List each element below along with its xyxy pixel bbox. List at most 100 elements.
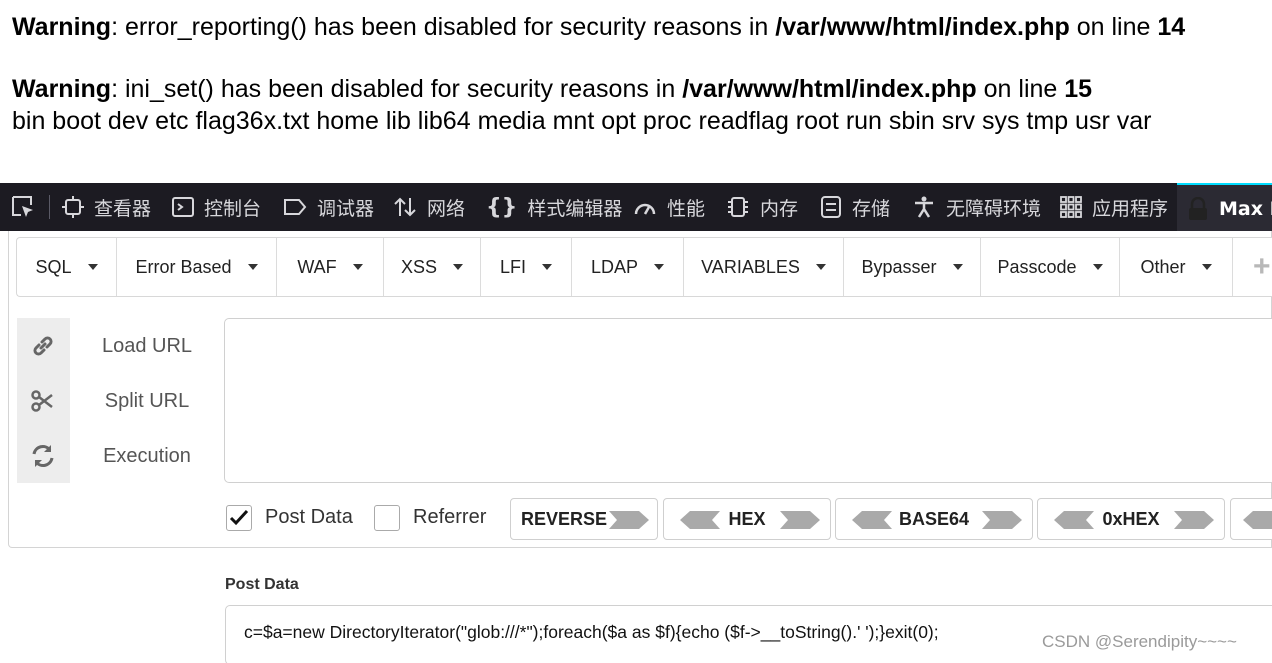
hex-button[interactable]: HEX [663, 498, 831, 540]
menu-label: LFI [499, 256, 526, 277]
tab-style-editor[interactable]: {} 样式编辑器 [486, 183, 622, 231]
tab-accessibility[interactable]: 无障碍环境 [912, 183, 1041, 231]
base64-button[interactable]: BASE64 [835, 498, 1033, 540]
tab-network[interactable]: 网络 [393, 183, 465, 231]
tab-label: 存储 [852, 197, 891, 220]
tab-label: 应用程序 [1092, 197, 1169, 220]
menu-lfi[interactable]: LFI [481, 238, 572, 296]
post-data-title: Post Data [225, 576, 299, 593]
application-icon [1060, 196, 1082, 218]
tab-label: 无障碍环境 [946, 197, 1042, 220]
referrer-checkbox[interactable] [374, 505, 400, 531]
menu-sql[interactable]: SQL [17, 238, 117, 296]
tab-performance[interactable]: 性能 [633, 183, 705, 231]
caret-down-icon [352, 264, 363, 270]
toolbar-separator [49, 195, 50, 219]
warning-label: Warning [12, 13, 112, 41]
tab-memory[interactable]: 内存 [726, 183, 798, 231]
memory-icon [728, 197, 748, 217]
load-url-button[interactable]: Load URL [80, 335, 214, 358]
scissors-icon[interactable] [30, 388, 56, 414]
post-data-label: Post Data [265, 506, 353, 528]
devtools-toolbar: 查看器 控制台 调试器 网络 {} 样式编辑器 性能 内存 存储 无障碍环境 应… [0, 183, 1272, 231]
tab-inspector[interactable]: 查看器 [62, 183, 151, 231]
menu-label: VARIABLES [701, 256, 800, 277]
inspector-icon [62, 196, 84, 218]
link-icon[interactable] [30, 333, 56, 359]
next-encoder-button[interactable] [1230, 498, 1272, 540]
warning-line-number: 14 [1157, 13, 1186, 41]
add-menu-button[interactable]: + [1253, 238, 1271, 296]
performance-icon [634, 203, 656, 215]
caret-down-icon [1092, 264, 1103, 270]
url-textarea[interactable] [224, 318, 1272, 483]
menu-label: WAF [297, 256, 337, 277]
warning-line-number: 15 [1064, 75, 1093, 103]
caret-down-icon [1201, 264, 1212, 270]
warning-on-line: on line [1069, 13, 1158, 41]
menu-variables[interactable]: VARIABLES [684, 238, 844, 296]
tab-label: 调试器 [317, 197, 375, 220]
arrow-left-icon [852, 511, 892, 529]
split-url-button[interactable]: Split URL [80, 390, 214, 413]
reverse-button[interactable]: REVERSE [510, 498, 658, 540]
warning-text: : error_reporting() has been disabled fo… [111, 13, 776, 41]
warning-path: /var/www/html/index.php [775, 13, 1070, 41]
tab-label: 内存 [760, 197, 799, 220]
encoder-label: REVERSE [521, 508, 608, 529]
referrer-label: Referrer [413, 506, 487, 528]
encoder-label: 0xHEX [1102, 508, 1160, 529]
refresh-icon[interactable] [30, 443, 56, 469]
menu-waf[interactable]: WAF [277, 238, 384, 296]
0xhex-button[interactable]: 0xHEX [1037, 498, 1225, 540]
element-picker-button[interactable] [10, 183, 46, 231]
arrow-right-icon [982, 511, 1022, 529]
menu-bypasser[interactable]: Bypasser [844, 238, 981, 296]
csdn-watermark: CSDN @Serendipity~~~~ [1042, 632, 1237, 651]
menu-label: LDAP [590, 256, 639, 277]
menu-label: Bypasser [861, 256, 937, 277]
tab-console[interactable]: 控制台 [172, 183, 261, 231]
encoder-label: BASE64 [898, 508, 970, 529]
tab-label: 样式编辑器 [527, 197, 623, 220]
post-data-checkbox[interactable] [226, 505, 252, 531]
arrow-left-icon [680, 511, 720, 529]
warning-label: Warning [12, 75, 112, 103]
lock-icon [1189, 197, 1207, 220]
menu-xss[interactable]: XSS [384, 238, 481, 296]
tab-label: 网络 [427, 197, 466, 220]
menu-label: Passcode [997, 256, 1077, 277]
menu-passcode[interactable]: Passcode [981, 238, 1120, 296]
arrow-left-icon [1054, 511, 1094, 529]
post-data-value[interactable]: c=$a=new DirectoryIterator("glob:///*");… [244, 622, 939, 643]
tab-label: 控制台 [204, 197, 262, 220]
tab-application[interactable]: 应用程序 [1060, 183, 1168, 231]
execution-button[interactable]: Execution [80, 445, 214, 468]
menu-label: Other [1140, 256, 1186, 277]
arrow-right-icon [1174, 511, 1214, 529]
checkmark-icon [229, 509, 249, 526]
menu-label: SQL [35, 256, 72, 277]
php-warning-error-reporting: Warning: error_reporting() has been disa… [12, 13, 1185, 42]
tab-max-hackbar[interactable]: Max H [1177, 183, 1272, 231]
arrow-left-icon [1243, 511, 1272, 529]
php-warning-ini-set: Warning: ini_set() has been disabled for… [12, 75, 1092, 104]
menu-label: XSS [400, 256, 438, 277]
tab-label: 查看器 [94, 197, 152, 220]
arrow-right-icon [780, 511, 820, 529]
arrow-right-icon [609, 511, 649, 529]
caret-down-icon [453, 264, 464, 270]
network-icon [394, 197, 416, 217]
tab-label: 性能 [667, 197, 706, 220]
caret-down-icon [247, 264, 258, 270]
tab-debugger[interactable]: 调试器 [283, 183, 374, 231]
caret-down-icon [542, 264, 552, 270]
warning-on-line: on line [976, 75, 1065, 103]
caret-down-icon [654, 264, 665, 270]
tab-storage[interactable]: 存储 [820, 183, 890, 231]
hackbar-menubar: SQL Error Based WAF XSS LFI LDAP VARIABL… [16, 237, 1272, 297]
tab-label: Max H [1219, 198, 1272, 220]
menu-other[interactable]: Other [1120, 238, 1233, 296]
menu-ldap[interactable]: LDAP [572, 238, 684, 296]
menu-error-based[interactable]: Error Based [117, 238, 277, 296]
